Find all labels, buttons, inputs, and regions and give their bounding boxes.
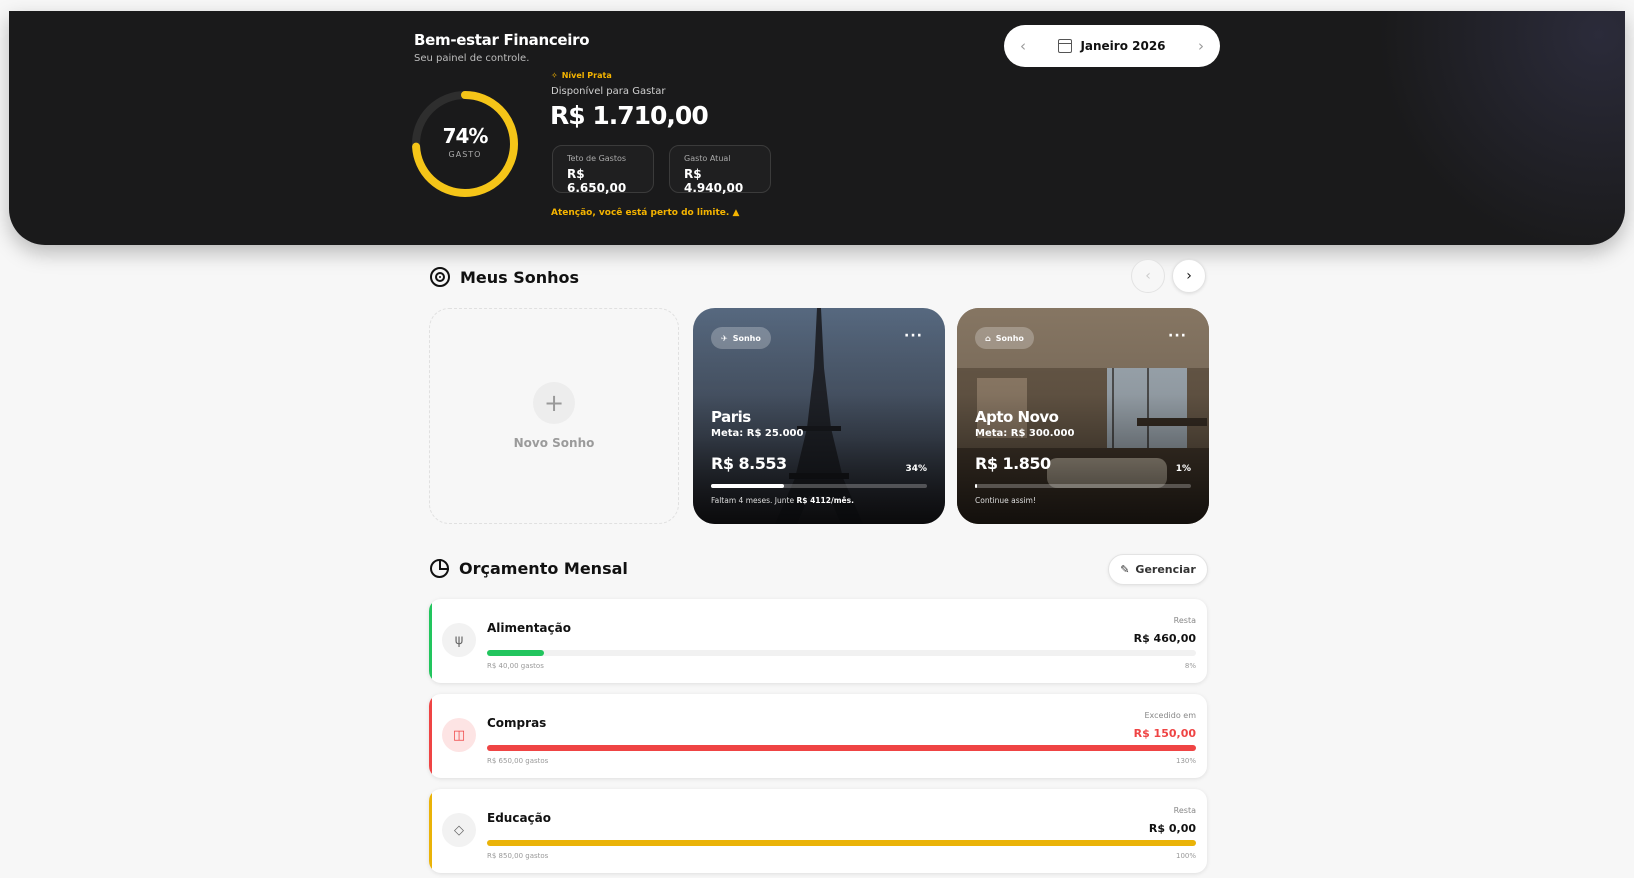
- budget-spent: R$ 650,00 gastos: [487, 757, 549, 765]
- budget-status-value: R$ 150,00: [1133, 727, 1196, 740]
- month-label: Janeiro 2026: [1080, 39, 1166, 53]
- calendar-icon: [1058, 39, 1073, 53]
- pie-chart-icon: [430, 559, 449, 578]
- dream-goal: Meta: R$ 25.000: [711, 428, 804, 439]
- month-selector: ‹ Janeiro 2026 ›: [1004, 25, 1220, 67]
- note-text: Continue assim!: [975, 496, 1036, 505]
- dreams-title: Meus Sonhos: [460, 267, 580, 287]
- dream-saved: R$ 8.553: [711, 454, 787, 473]
- budget-accent: [429, 599, 432, 683]
- dream-card-paris[interactable]: ✈ Sonho ··· Paris Meta: R$ 25.000 R$ 8.5…: [693, 308, 945, 524]
- dreams-prev-button[interactable]: ‹: [1131, 259, 1165, 293]
- budget-accent: [429, 789, 432, 873]
- plus-icon: +: [533, 382, 575, 424]
- shopping-bag-icon: ◫: [442, 718, 476, 752]
- plane-icon: ✈: [721, 333, 728, 343]
- budget-spent: R$ 40,00 gastos: [487, 662, 544, 670]
- tag-label: Sonho: [732, 333, 761, 343]
- dream-name: Paris: [711, 408, 751, 426]
- manage-label: Gerenciar: [1135, 563, 1196, 576]
- level-badge: ✧ Nível Prata: [551, 71, 612, 80]
- budget-spent: R$ 850,00 gastos: [487, 852, 549, 860]
- new-dream-card[interactable]: + Novo Sonho: [429, 308, 679, 524]
- gauge-text: 74% GASTO: [409, 124, 521, 159]
- pencil-icon: ✎: [1120, 563, 1130, 576]
- budget-status-value: R$ 0,00: [1148, 822, 1196, 835]
- gauge-label: GASTO: [448, 150, 482, 159]
- budget-status-label: Resta: [1173, 806, 1196, 815]
- target-icon: [430, 267, 450, 287]
- note-amount: R$ 4112/mês.: [796, 496, 854, 505]
- dream-tag: ✈ Sonho: [711, 327, 771, 349]
- dream-saved: R$ 1.850: [975, 454, 1051, 473]
- dreams-next-button[interactable]: ›: [1172, 259, 1206, 293]
- page-subtitle: Seu painel de controle.: [414, 53, 530, 64]
- current-spent-card: Gasto Atual R$ 4.940,00: [669, 145, 771, 195]
- header-glow: [1365, 11, 1625, 245]
- budget-heading: Orçamento Mensal: [430, 559, 628, 578]
- more-options-icon[interactable]: ···: [904, 328, 923, 344]
- budget-item-education[interactable]: ◇ Educação Resta R$ 0,00 R$ 850,00 gasto…: [429, 789, 1207, 873]
- new-dream-label: Novo Sonho: [513, 436, 595, 450]
- available-value: R$ 1.710,00: [550, 101, 709, 130]
- dream-name: Apto Novo: [975, 408, 1059, 426]
- budget-name: Educação: [487, 811, 551, 825]
- available-label: Disponível para Gastar: [551, 86, 666, 97]
- budget-percent: 100%: [1175, 852, 1196, 860]
- prev-month-button[interactable]: ‹: [1020, 37, 1026, 55]
- budget-item-shopping[interactable]: ◫ Compras Excedido em R$ 150,00 R$ 650,0…: [429, 694, 1207, 778]
- budget-progress-fill: [487, 745, 1196, 751]
- dream-goal: Meta: R$ 300.000: [975, 428, 1075, 439]
- dream-note: Faltam 4 meses. Junte R$ 4112/mês.: [711, 496, 854, 505]
- dreams-heading: Meus Sonhos: [430, 267, 579, 287]
- budget-status-label: Resta: [1173, 616, 1196, 625]
- budget-item-food[interactable]: ψ Alimentação Resta R$ 460,00 R$ 40,00 g…: [429, 599, 1207, 683]
- warning-text: Atenção, você está perto do limite.: [551, 208, 730, 218]
- gauge-percent: 74%: [442, 124, 489, 148]
- dream-progress-fill: [975, 484, 977, 488]
- limit-warning: Atenção, você está perto do limite. ▲: [551, 208, 739, 218]
- manage-button[interactable]: ✎ Gerenciar: [1108, 554, 1208, 585]
- level-label: Nível Prata: [561, 71, 612, 80]
- graduation-cap-icon: ◇: [442, 813, 476, 847]
- utensils-icon: ψ: [442, 623, 476, 657]
- dream-progress-fill: [711, 484, 785, 488]
- dream-percent: 34%: [905, 464, 927, 474]
- dream-card-apartment[interactable]: ⌂ Sonho ··· Apto Novo Meta: R$ 300.000 R…: [957, 308, 1209, 524]
- more-options-icon[interactable]: ···: [1168, 328, 1187, 344]
- next-month-button[interactable]: ›: [1198, 37, 1204, 55]
- budget-percent: 130%: [1175, 757, 1196, 765]
- dream-note: Continue assim!: [975, 496, 1036, 505]
- page-title: Bem-estar Financeiro: [414, 31, 590, 49]
- cap-label: Teto de Gastos: [567, 154, 627, 163]
- budget-progress-fill: [487, 650, 544, 656]
- cap-value: R$ 6.650,00: [567, 167, 627, 195]
- budget-title: Orçamento Mensal: [459, 559, 628, 578]
- budget-percent: 8%: [1184, 662, 1196, 670]
- tag-label: Sonho: [995, 333, 1024, 343]
- warning-icon: ▲: [732, 208, 740, 218]
- budget-status-value: R$ 460,00: [1133, 632, 1196, 645]
- budget-status-label: Excedido em: [1144, 711, 1197, 720]
- budget-progress-track: [487, 840, 1196, 846]
- month-display[interactable]: Janeiro 2026: [1058, 39, 1166, 53]
- budget-progress-fill: [487, 840, 1196, 846]
- summary-header: Bem-estar Financeiro Seu painel de contr…: [9, 11, 1625, 245]
- budget-progress-track: [487, 650, 1196, 656]
- dream-tag: ⌂ Sonho: [975, 327, 1034, 349]
- dream-percent: 1%: [1175, 464, 1191, 474]
- note-text: Faltam 4 meses. Junte: [711, 496, 795, 505]
- spent-value: R$ 4.940,00: [684, 167, 744, 195]
- sparkles-icon: ✧: [551, 71, 558, 80]
- budget-name: Alimentação: [487, 621, 571, 635]
- dream-progress-track: [711, 484, 927, 488]
- budget-progress-track: [487, 745, 1196, 751]
- home-icon: ⌂: [985, 333, 991, 343]
- budget-accent: [429, 694, 432, 778]
- spent-label: Gasto Atual: [684, 154, 731, 163]
- spending-cap-card: Teto de Gastos R$ 6.650,00: [552, 145, 654, 195]
- budget-name: Compras: [487, 716, 547, 730]
- dream-progress-track: [975, 484, 1191, 488]
